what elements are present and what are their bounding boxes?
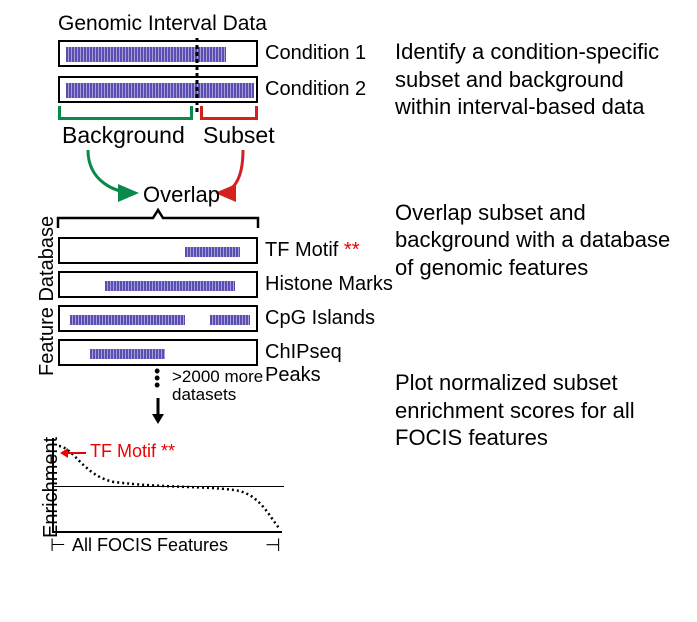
feature-label-cpg: CpG Islands — [265, 307, 375, 330]
feature-label-tfmotif: TF Motif ** — [265, 239, 359, 262]
feature-track-tfmotif — [58, 237, 258, 264]
background-bracket — [58, 106, 193, 120]
tf-motif-annotation: TF Motif ** — [90, 441, 175, 462]
x-axis-right-cap: ⊣ — [265, 535, 281, 556]
section3-desc: Plot normalized subset enrichment scores… — [395, 369, 685, 452]
overlap-bracket — [58, 208, 258, 230]
condition2-track — [58, 76, 258, 103]
arrow-to-enrichment — [150, 398, 166, 426]
subset-bracket — [200, 106, 258, 120]
subset-divider-line — [195, 38, 199, 114]
more-datasets-label2: datasets — [172, 385, 236, 405]
feature-label-chipseq: ChIPseq Peaks — [265, 341, 395, 387]
feature-label-tfmotif-text: TF Motif — [265, 239, 338, 261]
section1-title: Genomic Interval Data — [58, 12, 267, 36]
condition2-label: Condition 2 — [265, 78, 366, 101]
section1-desc: Identify a condition-specific subset and… — [395, 38, 685, 121]
tfmotif-stars: ** — [344, 239, 360, 261]
tf-anno-arrow — [58, 446, 88, 460]
feature-label-histone: Histone Marks — [265, 273, 393, 296]
x-axis-label: All FOCIS Features — [72, 535, 228, 556]
feature-track-cpg — [58, 305, 258, 332]
more-dots: ••• — [154, 368, 160, 389]
more-datasets-label: >2000 more — [172, 367, 263, 387]
feature-track-histone — [58, 271, 258, 298]
condition1-label: Condition 1 — [265, 42, 366, 65]
x-axis-left-cap: ⊢ — [50, 535, 66, 556]
condition1-track — [58, 40, 258, 67]
section2-desc: Overlap subset and background with a dat… — [395, 199, 685, 282]
feature-db-side-label: Feature Database — [36, 216, 59, 376]
overlap-label: Overlap — [143, 182, 220, 208]
